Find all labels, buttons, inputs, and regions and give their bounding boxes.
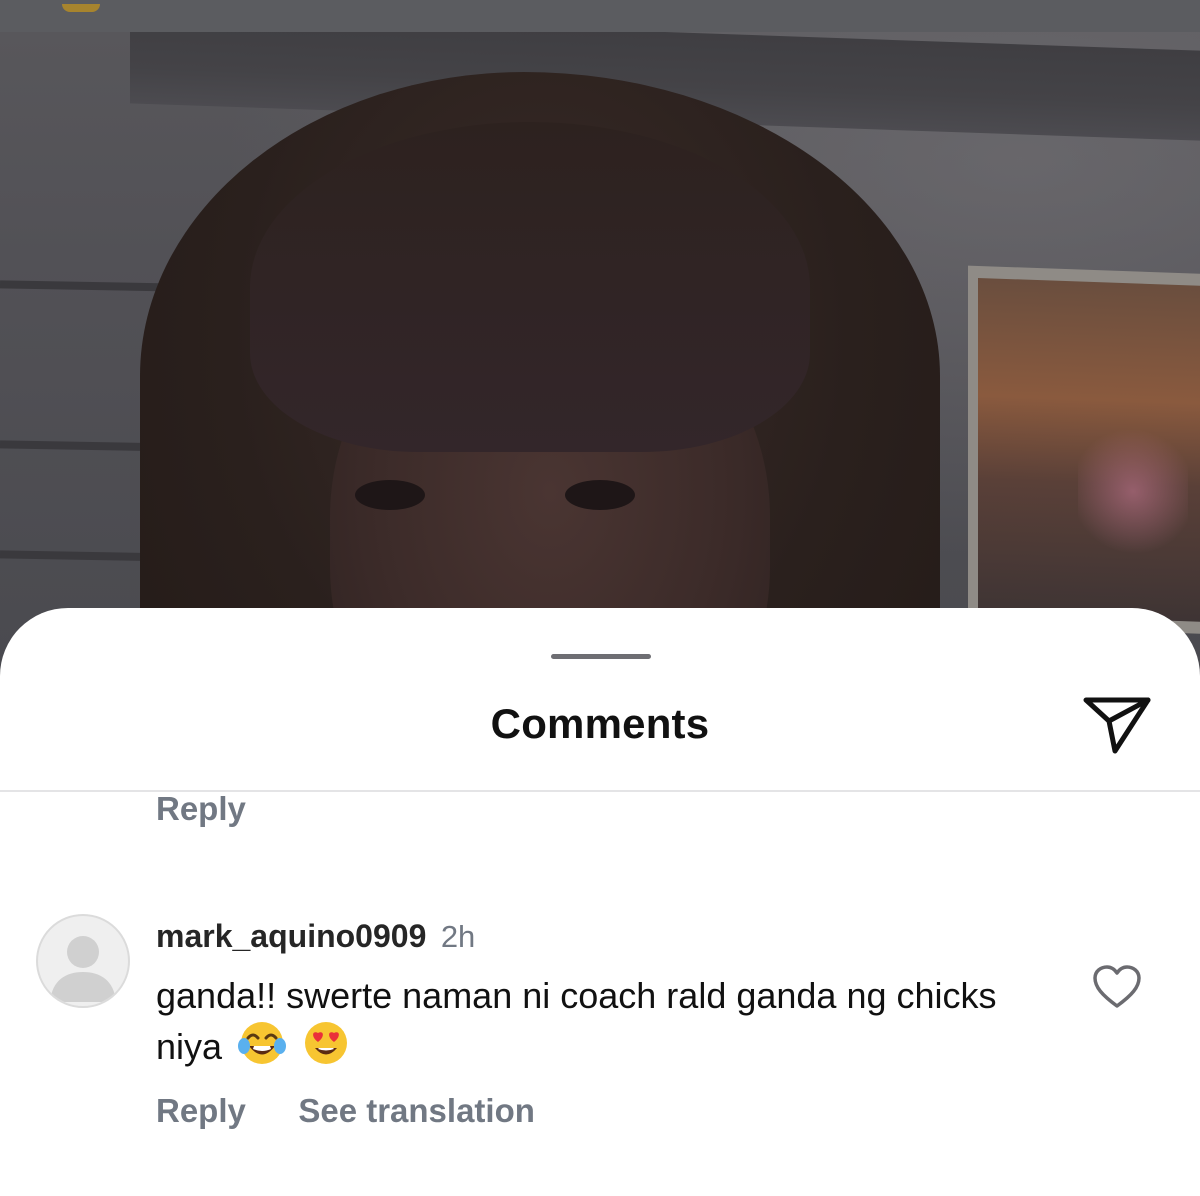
smiling-face-with-heart-eyes-icon	[302, 1019, 350, 1078]
paper-plane-icon	[1083, 697, 1151, 754]
comment-header: mark_aquino0909 2h	[156, 918, 475, 955]
heart-outline-icon	[1093, 965, 1141, 1008]
comment-actions: Reply See translation	[156, 1092, 583, 1130]
person-right-eye	[565, 480, 635, 510]
see-translation-link[interactable]: See translation	[298, 1092, 535, 1129]
comments-sheet: Comments Reply mark_aquino0909 2h ganda!…	[0, 608, 1200, 1196]
sheet-title: Comments	[490, 700, 710, 747]
wall-picture-frame	[968, 265, 1200, 635]
previous-comment-reply-link[interactable]: Reply	[156, 790, 246, 828]
top-status-strip	[0, 0, 1200, 32]
reply-link[interactable]: Reply	[156, 1092, 246, 1129]
default-avatar-icon	[50, 936, 116, 1002]
share-button[interactable]	[1082, 694, 1152, 756]
comment-username[interactable]: mark_aquino0909	[156, 918, 426, 954]
like-comment-button[interactable]	[1092, 964, 1142, 1010]
status-indicator	[62, 4, 100, 12]
face-with-tears-of-joy-icon	[238, 1019, 287, 1078]
background-photo	[0, 32, 1200, 672]
comment-timestamp: 2h	[440, 919, 476, 954]
comment-body: ganda!! swerte naman ni coach rald ganda…	[156, 972, 1066, 1078]
sheet-drag-handle[interactable]	[551, 654, 651, 659]
comment-item: mark_aquino0909 2h ganda!! swerte naman …	[0, 912, 1200, 1172]
person-bangs	[250, 122, 810, 452]
avatar[interactable]	[36, 914, 130, 1008]
person-left-eye	[355, 480, 425, 510]
